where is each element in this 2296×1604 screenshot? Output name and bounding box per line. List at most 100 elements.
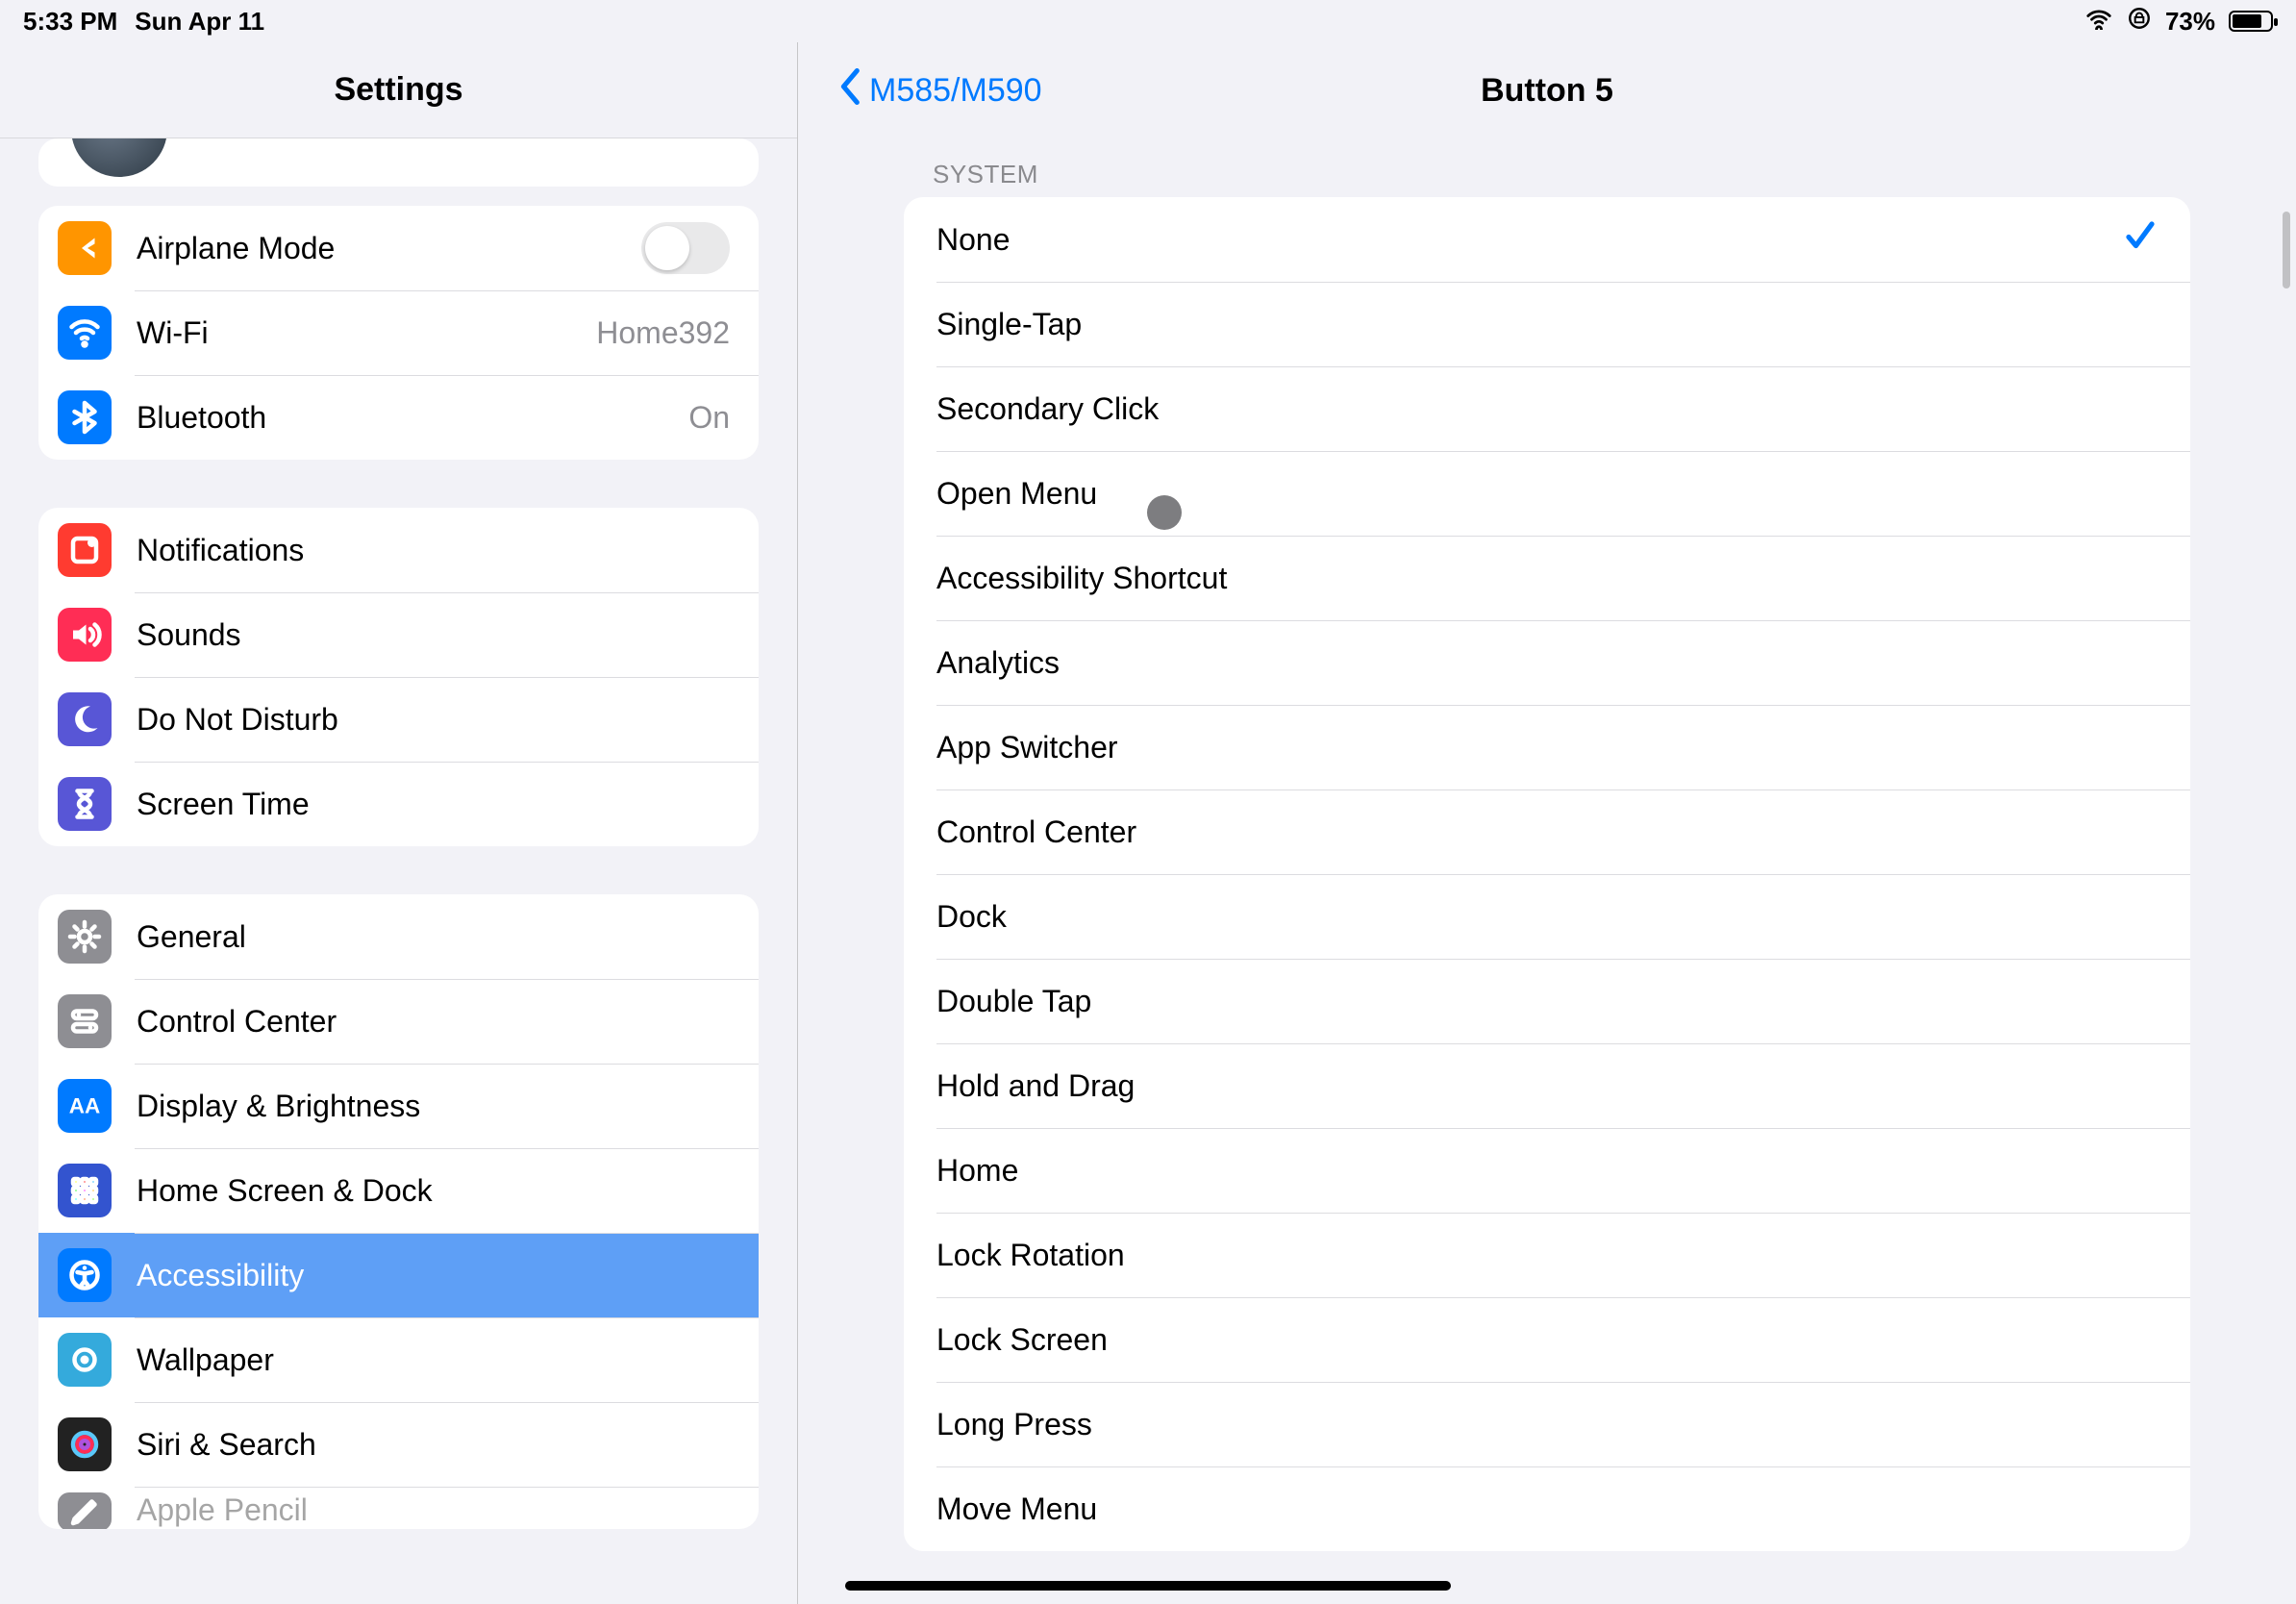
back-button[interactable]: M585/M590 xyxy=(836,68,1042,113)
section-header-system: SYSTEM xyxy=(933,160,2296,189)
airplane-icon xyxy=(58,221,112,275)
sidebar-item-label: Wallpaper xyxy=(137,1342,730,1378)
detail-pane: M585/M590 Button 5 SYSTEM None Single-Ta… xyxy=(798,42,2296,1604)
sidebar-item-bluetooth[interactable]: Bluetooth On xyxy=(38,375,759,460)
option-label: None xyxy=(936,222,2123,258)
sidebar-item-siri[interactable]: Siri & Search xyxy=(38,1402,759,1487)
sidebar-item-label: Sounds xyxy=(137,617,730,653)
sidebar-item-screentime[interactable]: Screen Time xyxy=(38,762,759,846)
wifi-value: Home392 xyxy=(596,315,730,351)
chevron-left-icon xyxy=(836,68,865,113)
status-bar: 5:33 PM Sun Apr 11 73% xyxy=(0,0,2296,42)
sidebar-item-label: Siri & Search xyxy=(137,1427,730,1463)
sidebar-item-general[interactable]: General xyxy=(38,894,759,979)
option-hold-drag[interactable]: Hold and Drag xyxy=(904,1043,2190,1128)
option-lock-rotation[interactable]: Lock Rotation xyxy=(904,1213,2190,1297)
battery-icon xyxy=(2229,11,2273,32)
sidebar-item-label: Control Center xyxy=(137,1004,730,1040)
avatar xyxy=(71,138,167,177)
sidebar-item-label: Notifications xyxy=(137,533,730,568)
option-label: Double Tap xyxy=(936,984,2158,1019)
settings-title: Settings xyxy=(334,71,462,109)
accessibility-icon xyxy=(58,1248,112,1302)
option-none[interactable]: None xyxy=(904,197,2190,282)
option-label: Accessibility Shortcut xyxy=(936,561,2158,596)
nav-bar: M585/M590 Button 5 xyxy=(798,42,2296,138)
sidebar-item-label: Home Screen & Dock xyxy=(137,1173,730,1209)
sidebar-item-homescreen[interactable]: Home Screen & Dock xyxy=(38,1148,759,1233)
assistive-touch-cursor[interactable] xyxy=(1147,495,1182,530)
sidebar: Settings Airplane Mode xyxy=(0,42,798,1604)
sidebar-item-sounds[interactable]: Sounds xyxy=(38,592,759,677)
wallpaper-icon xyxy=(58,1333,112,1387)
battery-pct: 73% xyxy=(2165,7,2215,37)
profile-row[interactable] xyxy=(38,138,759,187)
option-label: Secondary Click xyxy=(936,391,2158,427)
settings-group-general: General Control Center AA Display & Brig… xyxy=(38,894,759,1529)
sidebar-item-wifi[interactable]: Wi-Fi Home392 xyxy=(38,290,759,375)
option-accessibility-shortcut[interactable]: Accessibility Shortcut xyxy=(904,536,2190,620)
option-single-tap[interactable]: Single-Tap xyxy=(904,282,2190,366)
option-label: Dock xyxy=(936,899,2158,935)
sidebar-item-dnd[interactable]: Do Not Disturb xyxy=(38,677,759,762)
sidebar-item-label: Bluetooth xyxy=(137,400,688,436)
option-double-tap[interactable]: Double Tap xyxy=(904,959,2190,1043)
pencil-icon xyxy=(58,1492,112,1529)
option-label: App Switcher xyxy=(936,730,2158,765)
sidebar-item-control-center[interactable]: Control Center xyxy=(38,979,759,1064)
sidebar-item-accessibility[interactable]: Accessibility xyxy=(38,1233,759,1317)
svg-text:AA: AA xyxy=(69,1094,101,1118)
option-dock[interactable]: Dock xyxy=(904,874,2190,959)
option-control-center[interactable]: Control Center xyxy=(904,789,2190,874)
option-label: Long Press xyxy=(936,1407,2158,1442)
sidebar-title-bar: Settings xyxy=(0,42,797,138)
option-secondary-click[interactable]: Secondary Click xyxy=(904,366,2190,451)
sidebar-item-label: Wi-Fi xyxy=(137,315,596,351)
option-home[interactable]: Home xyxy=(904,1128,2190,1213)
sidebar-item-pencil[interactable]: Apple Pencil xyxy=(38,1487,759,1529)
option-label: Control Center xyxy=(936,815,2158,850)
switches-icon xyxy=(58,994,112,1048)
sidebar-item-label: Accessibility xyxy=(137,1258,730,1293)
apps-grid-icon xyxy=(58,1164,112,1217)
wifi-icon xyxy=(2084,7,2113,37)
sidebar-item-label: Screen Time xyxy=(137,787,730,822)
option-analytics[interactable]: Analytics xyxy=(904,620,2190,705)
option-label: Analytics xyxy=(936,645,2158,681)
sidebar-item-label: General xyxy=(137,919,730,955)
sidebar-item-display[interactable]: AA Display & Brightness xyxy=(38,1064,759,1148)
bluetooth-value: On xyxy=(688,400,730,436)
settings-group-connectivity: Airplane Mode Wi-Fi Home392 xyxy=(38,206,759,460)
display-icon: AA xyxy=(58,1079,112,1133)
checkmark-icon xyxy=(2123,218,2158,261)
orientation-lock-icon xyxy=(2127,6,2152,38)
sidebar-item-label: Display & Brightness xyxy=(137,1089,730,1124)
sidebar-item-wallpaper[interactable]: Wallpaper xyxy=(38,1317,759,1402)
options-list: None Single-Tap Secondary Click Open Men… xyxy=(904,197,2190,1551)
sidebar-item-notifications[interactable]: Notifications xyxy=(38,508,759,592)
moon-icon xyxy=(58,692,112,746)
bluetooth-icon xyxy=(58,390,112,444)
sidebar-item-airplane[interactable]: Airplane Mode xyxy=(38,206,759,290)
sidebar-item-label: Apple Pencil xyxy=(137,1492,730,1528)
airplane-toggle[interactable] xyxy=(641,222,730,274)
option-label: Hold and Drag xyxy=(936,1068,2158,1104)
home-indicator[interactable] xyxy=(845,1581,1451,1591)
back-label: M585/M590 xyxy=(869,72,1042,110)
option-move-menu[interactable]: Move Menu xyxy=(904,1466,2190,1551)
option-lock-screen[interactable]: Lock Screen xyxy=(904,1297,2190,1382)
option-long-press[interactable]: Long Press xyxy=(904,1382,2190,1466)
option-label: Move Menu xyxy=(936,1491,2158,1527)
option-open-menu[interactable]: Open Menu xyxy=(904,451,2190,536)
option-label: Open Menu xyxy=(936,476,2158,512)
option-label: Single-Tap xyxy=(936,307,2158,342)
hourglass-icon xyxy=(58,777,112,831)
sounds-icon xyxy=(58,608,112,662)
option-label: Lock Screen xyxy=(936,1322,2158,1358)
notifications-icon xyxy=(58,523,112,577)
status-time: 5:33 PM xyxy=(23,7,117,37)
status-date: Sun Apr 11 xyxy=(135,7,264,37)
option-label: Lock Rotation xyxy=(936,1238,2158,1273)
option-app-switcher[interactable]: App Switcher xyxy=(904,705,2190,789)
scrollbar[interactable] xyxy=(2283,212,2290,288)
